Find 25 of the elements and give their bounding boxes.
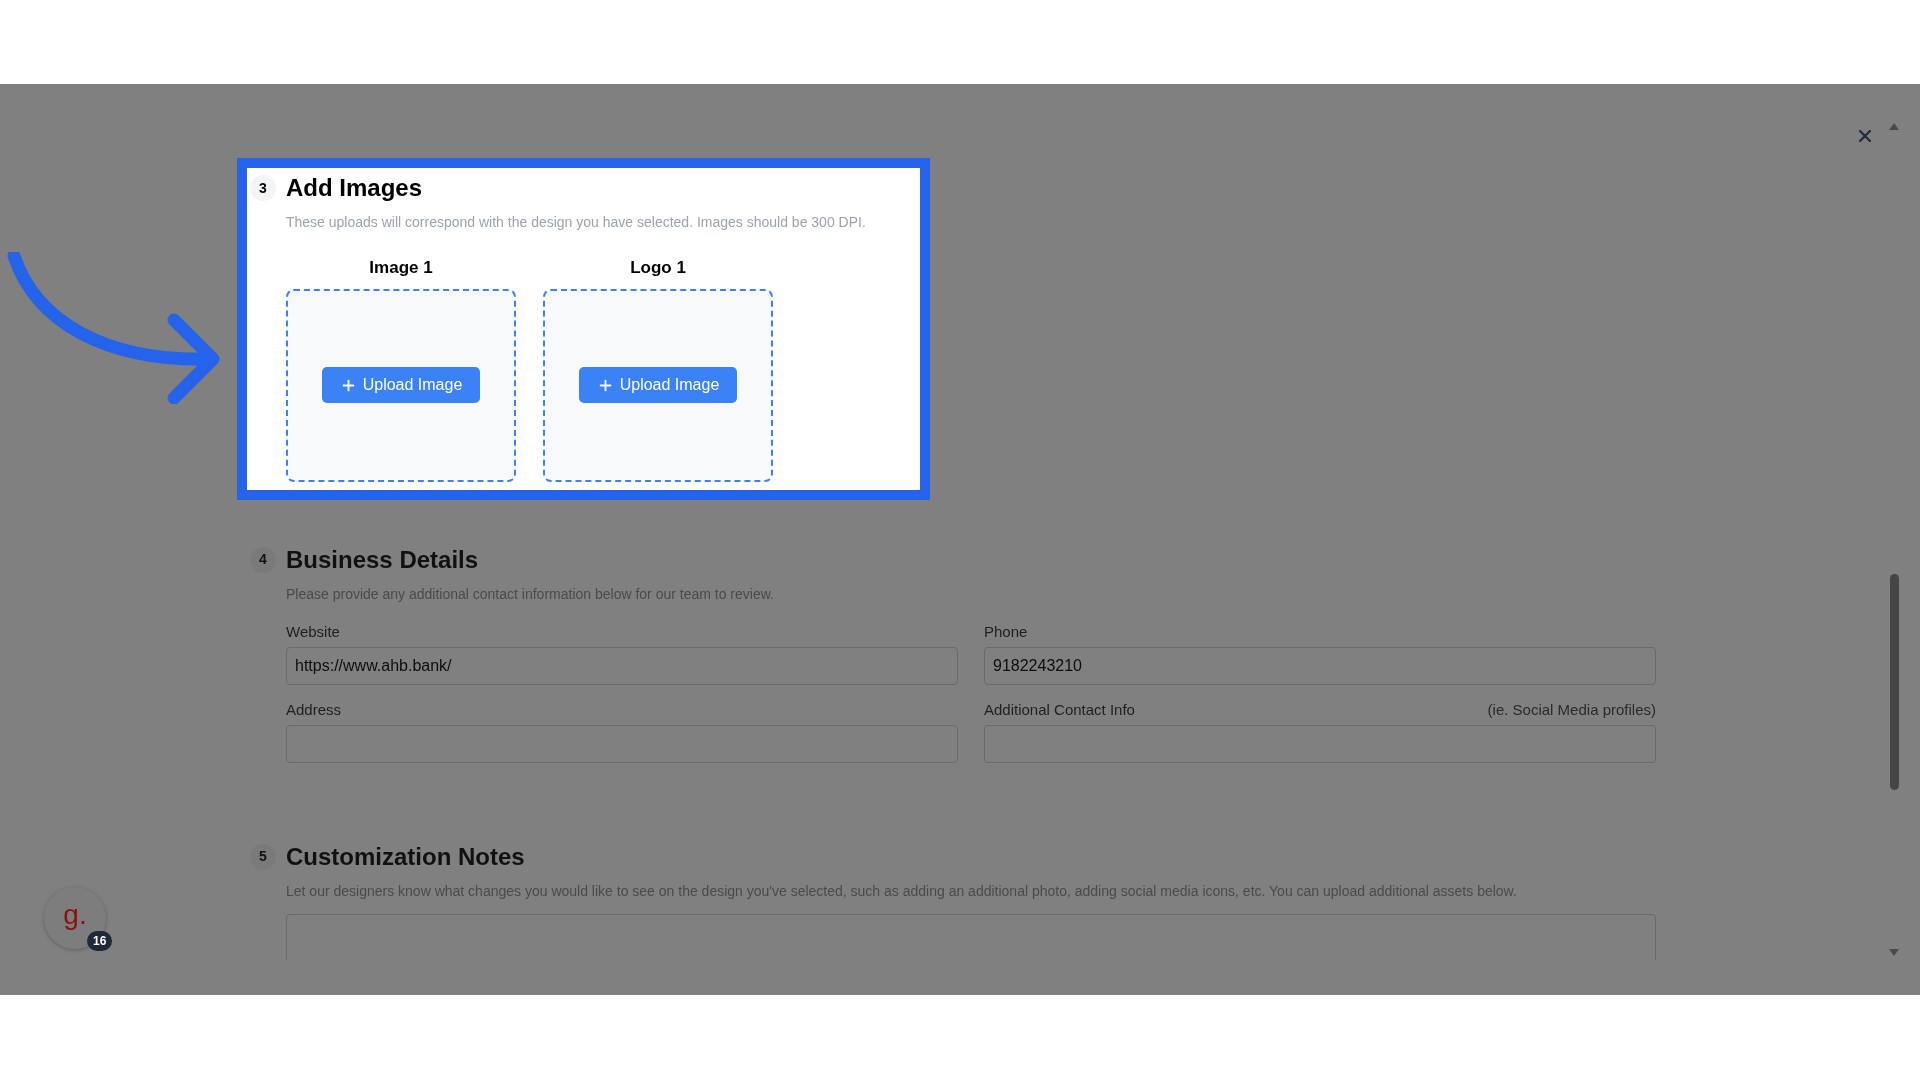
- section-title: Customization Notes: [286, 841, 525, 872]
- field-label: Additional Contact Info: [984, 699, 1135, 720]
- scroll-up-icon[interactable]: [1889, 123, 1899, 130]
- section-description: These uploads will correspond with the design you have selected. Images should be 300 DPI.: [286, 213, 867, 232]
- field-hint: (ie. Social Media profiles): [1487, 699, 1656, 720]
- upload-dropzone[interactable]: Upload Image: [286, 288, 516, 482]
- field-label: Address: [286, 699, 342, 720]
- section-title: Business Details: [286, 544, 479, 575]
- step-number-badge: 3: [250, 175, 276, 201]
- upload-image-button[interactable]: Upload Image: [578, 367, 738, 403]
- scroll-down-icon[interactable]: [1889, 949, 1899, 956]
- step-number-badge: 4: [250, 546, 276, 573]
- upload-image-button[interactable]: Upload Image: [321, 367, 481, 403]
- field-label: Website: [286, 621, 340, 642]
- field-label: Phone: [984, 621, 1028, 642]
- notification-badge: 16: [87, 931, 113, 951]
- upload-label: Image 1: [369, 257, 433, 279]
- section-title: Add Images: [286, 173, 423, 203]
- upload-label: Logo 1: [630, 257, 686, 279]
- upload-dropzone[interactable]: Upload Image: [543, 288, 773, 482]
- input-field[interactable]: https://www.ahb.bank/: [286, 646, 958, 685]
- step-number-badge: 5: [250, 843, 276, 870]
- scrollbar-thumb[interactable]: [1890, 574, 1899, 790]
- input-field[interactable]: 9182243210: [984, 646, 1656, 685]
- avatar-letter: g.: [63, 901, 87, 929]
